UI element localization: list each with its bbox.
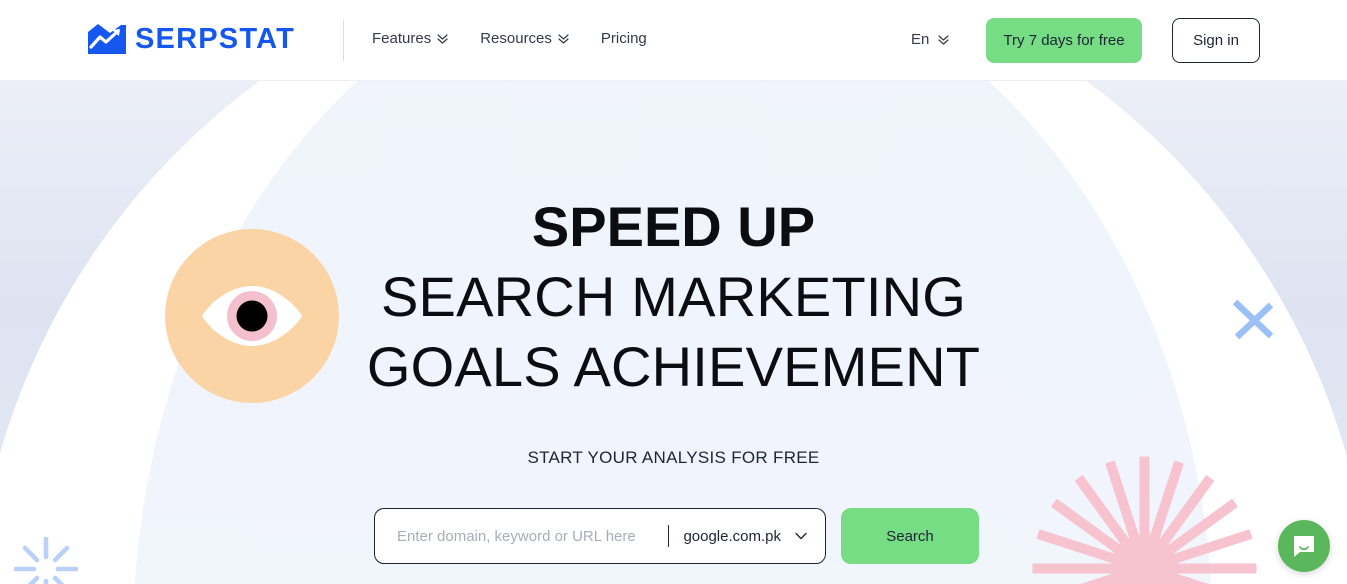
nav-item-pricing[interactable]: Pricing (601, 30, 647, 47)
page-root: SPEED UP SEARCH MARKETING GOALS ACHIEVEM… (0, 0, 1347, 584)
sign-in-button[interactable]: Sign in (1172, 18, 1260, 63)
logo[interactable]: SERPSTAT (88, 24, 295, 55)
try-free-button[interactable]: Try 7 days for free (986, 18, 1142, 63)
language-selector[interactable]: En (911, 31, 949, 48)
search-input[interactable] (397, 509, 665, 563)
search-row: google.com.pk Search (374, 508, 979, 564)
blue-starburst-icon (13, 536, 79, 584)
serpstat-chart-logo-icon (88, 24, 126, 54)
double-chevron-down-icon (558, 33, 569, 44)
page-title: SPEED UP SEARCH MARKETING GOALS ACHIEVEM… (0, 192, 1347, 402)
nav-label-resources: Resources (480, 30, 552, 47)
nav-label-pricing: Pricing (600, 30, 647, 47)
search-button[interactable]: Search (841, 508, 979, 564)
search-engine-label: google.com.pk (683, 527, 781, 545)
chevron-down-icon (795, 532, 807, 540)
chat-bubble-icon (1294, 536, 1314, 557)
main-nav: Features Resources Pricing (372, 30, 647, 47)
headline-line-1: SPEED UP (531, 195, 816, 258)
double-chevron-down-icon (938, 34, 949, 45)
search-engine-dropdown[interactable]: google.com.pk (683, 528, 807, 545)
hero-subtitle: START YOUR ANALYSIS FOR FREE (527, 448, 820, 467)
double-chevron-down-icon (437, 33, 448, 44)
header-divider (343, 20, 344, 61)
search-box[interactable]: google.com.pk (374, 508, 826, 564)
search-divider (668, 525, 670, 547)
pink-sunburst-icon (1032, 456, 1257, 584)
language-label: En (911, 31, 930, 48)
site-header: SERPSTAT Features Resources Pricing En T… (0, 0, 1347, 81)
headline-line-3: GOALS ACHIEVEMENT (366, 335, 981, 398)
headline-line-2: SEARCH MARKETING (380, 265, 967, 328)
chat-launcher-button[interactable] (1278, 520, 1330, 572)
nav-item-features[interactable]: Features (372, 30, 448, 47)
logo-text: SERPSTAT (135, 23, 295, 55)
nav-item-resources[interactable]: Resources (480, 30, 569, 47)
nav-label-features: Features (372, 30, 432, 47)
